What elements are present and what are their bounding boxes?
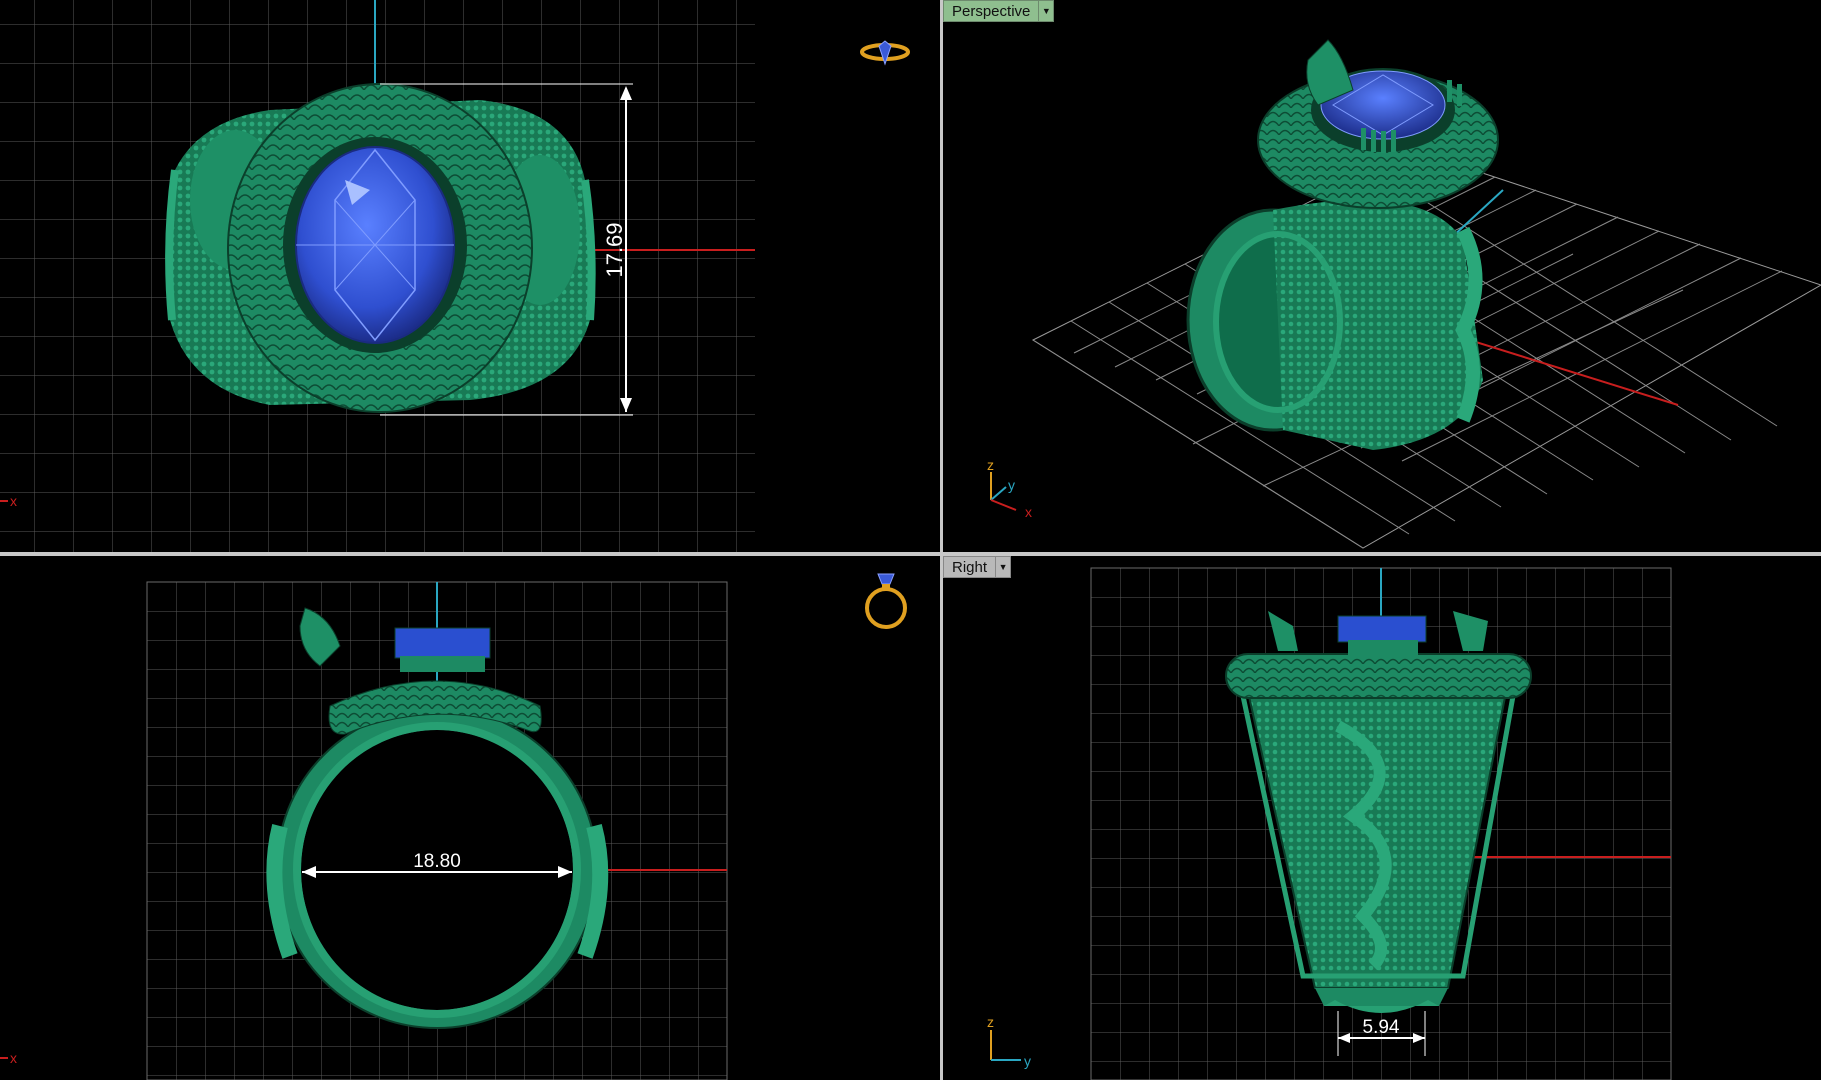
- axis-gizmo-icon: [990, 1030, 1021, 1061]
- viewport-front-canvas: 18.80 x: [0, 581, 728, 1080]
- bezel: [400, 656, 485, 672]
- gemstone: [1337, 615, 1427, 643]
- axis-label-x: x: [10, 493, 17, 509]
- viewport-title[interactable]: Perspective: [943, 0, 1040, 22]
- axis-label-y: y: [1024, 1053, 1031, 1069]
- viewport-divider-horizontal[interactable]: [0, 552, 1821, 556]
- tab-right[interactable]: Right ▼: [943, 556, 1012, 578]
- axis-label-x: x: [10, 1050, 17, 1066]
- viewport-right-canvas: 5.94 z y: [987, 567, 1672, 1080]
- axis-label-z: z: [987, 1014, 994, 1030]
- viewport-divider-vertical[interactable]: [940, 0, 943, 1080]
- dimension-label: 17.69: [602, 222, 627, 277]
- dropdown-caret-icon[interactable]: ▼: [996, 556, 1012, 578]
- ring-top-icon[interactable]: [855, 36, 915, 76]
- axis-label-x: x: [1025, 504, 1032, 520]
- viewport-front[interactable]: 18.80 x: [0, 556, 940, 1080]
- dimension-label: 5.94: [1363, 1017, 1400, 1038]
- dragon-coil: [1225, 653, 1532, 699]
- ring-side: [1273, 200, 1483, 450]
- ring-front-icon[interactable]: [858, 568, 914, 632]
- dimension-label: 18.80: [413, 851, 461, 872]
- bezel: [1348, 640, 1418, 656]
- axis-label-z: z: [987, 457, 994, 473]
- dropdown-caret-icon[interactable]: ▼: [1039, 0, 1055, 22]
- viewport-top-canvas: 17.69 x: [0, 0, 755, 552]
- viewport-right[interactable]: 5.94 z y Right ▼: [943, 556, 1821, 1080]
- viewport-title[interactable]: Right: [943, 556, 997, 578]
- viewport-top[interactable]: 17.69 x: [0, 0, 940, 552]
- axis-label-y: y: [1008, 477, 1015, 493]
- tab-perspective[interactable]: Perspective ▼: [943, 0, 1055, 22]
- viewport-perspective[interactable]: z y x Perspective ▼: [943, 0, 1821, 552]
- viewport-perspective-canvas: z y x: [987, 39, 1821, 549]
- gemstone: [394, 627, 491, 659]
